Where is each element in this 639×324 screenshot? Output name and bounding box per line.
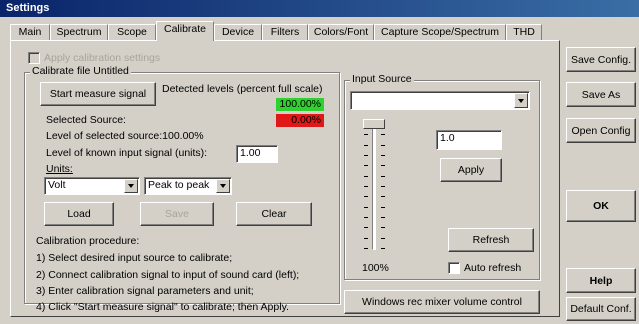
detected-level-green: 100.00% [276, 98, 324, 111]
apply-calibration-label: Apply calibration settings [44, 52, 161, 64]
chevron-down-icon[interactable] [514, 93, 528, 108]
slider-tick [364, 145, 368, 146]
slider-tick [381, 165, 385, 166]
procedure-title: Calibration procedure: [36, 235, 140, 247]
slider-thumb[interactable] [363, 119, 385, 129]
level-selected-source-label: Level of selected source:100.00% [46, 130, 204, 142]
tab-strip: Main Spectrum Scope Calibrate Device Fil… [10, 20, 558, 41]
procedure-step: 1) Select desired input source to calibr… [36, 252, 233, 264]
slider-percent: 100% [362, 262, 389, 274]
detected-level-red: 0.00% [276, 114, 324, 127]
mode-select[interactable]: Peak to peak [144, 177, 232, 195]
slider-tick [381, 134, 385, 135]
selected-source-label: Selected Source: [46, 114, 126, 126]
ok-button[interactable]: OK [566, 190, 636, 222]
mode-select-value: Peak to peak [148, 179, 210, 191]
slider-tick [381, 155, 385, 156]
save-button[interactable]: Save [140, 202, 214, 226]
tab-spectrum[interactable]: Spectrum [50, 24, 108, 40]
save-as-button[interactable]: Save As [566, 82, 636, 107]
slider-tick [364, 134, 368, 135]
save-config-button[interactable]: Save Config. [566, 47, 636, 72]
known-level-input[interactable]: 1.00 [236, 145, 278, 163]
window-title: Settings [6, 2, 50, 14]
tab-thd[interactable]: THD [506, 24, 542, 40]
chevron-down-icon[interactable] [124, 179, 138, 193]
slider-tick [364, 196, 368, 197]
mixer-volume-button[interactable]: Windows rec mixer volume control [344, 290, 540, 314]
gain-input[interactable]: 1.0 [436, 130, 502, 150]
start-measure-button[interactable]: Start measure signal [40, 82, 156, 106]
slider-tick [381, 248, 385, 249]
procedure-step: 2) Connect calibration signal to input o… [36, 269, 300, 281]
units-select-value: Volt [48, 179, 66, 191]
input-volume-slider[interactable] [372, 122, 376, 250]
slider-tick [381, 238, 385, 239]
procedure-step: 3) Enter calibration signal parameters a… [36, 285, 254, 297]
tab-filters[interactable]: Filters [262, 24, 308, 40]
chevron-down-icon[interactable] [216, 179, 230, 193]
tab-capture-scope-spectrum[interactable]: Capture Scope/Spectrum [374, 24, 506, 40]
procedure-step: 4) Click "Start measure signal" to calib… [36, 301, 289, 313]
tab-calibrate[interactable]: Calibrate [156, 21, 214, 41]
units-select[interactable]: Volt [44, 177, 140, 195]
input-source-select[interactable] [350, 91, 530, 110]
slider-tick [364, 186, 368, 187]
window-title-bar: Settings [0, 0, 639, 17]
tab-colors-font[interactable]: Colors/Font [308, 24, 374, 40]
slider-tick [364, 217, 368, 218]
refresh-button[interactable]: Refresh [448, 228, 534, 252]
auto-refresh-checkbox[interactable] [448, 262, 460, 274]
slider-tick [381, 207, 385, 208]
tab-main[interactable]: Main [10, 24, 50, 40]
calibrate-group-title: Calibrate file Untitled [30, 65, 131, 77]
apply-button[interactable]: Apply [440, 158, 502, 182]
tab-scope[interactable]: Scope [108, 24, 156, 40]
tab-device[interactable]: Device [214, 24, 262, 40]
slider-tick [364, 238, 368, 239]
slider-tick [364, 165, 368, 166]
slider-tick [364, 248, 368, 249]
slider-tick [381, 196, 385, 197]
units-label: Units: [46, 163, 73, 175]
slider-tick [364, 227, 368, 228]
slider-tick [381, 186, 385, 187]
known-level-label: Level of known input signal (units): [46, 147, 208, 159]
slider-tick [381, 145, 385, 146]
input-source-title: Input Source [350, 73, 414, 85]
auto-refresh-label: Auto refresh [464, 262, 522, 274]
slider-tick [364, 176, 368, 177]
apply-calibration-checkbox[interactable] [28, 52, 40, 64]
default-conf-button[interactable]: Default Conf. [566, 297, 636, 321]
open-config-button[interactable]: Open Config [566, 118, 636, 143]
slider-tick [364, 207, 368, 208]
slider-tick [381, 217, 385, 218]
load-button[interactable]: Load [44, 202, 114, 226]
clear-button[interactable]: Clear [236, 202, 312, 226]
slider-tick [381, 176, 385, 177]
slider-tick [364, 155, 368, 156]
help-button[interactable]: Help [566, 268, 636, 293]
slider-tick [381, 227, 385, 228]
detected-levels-label: Detected levels (percent full scale) [162, 83, 323, 95]
